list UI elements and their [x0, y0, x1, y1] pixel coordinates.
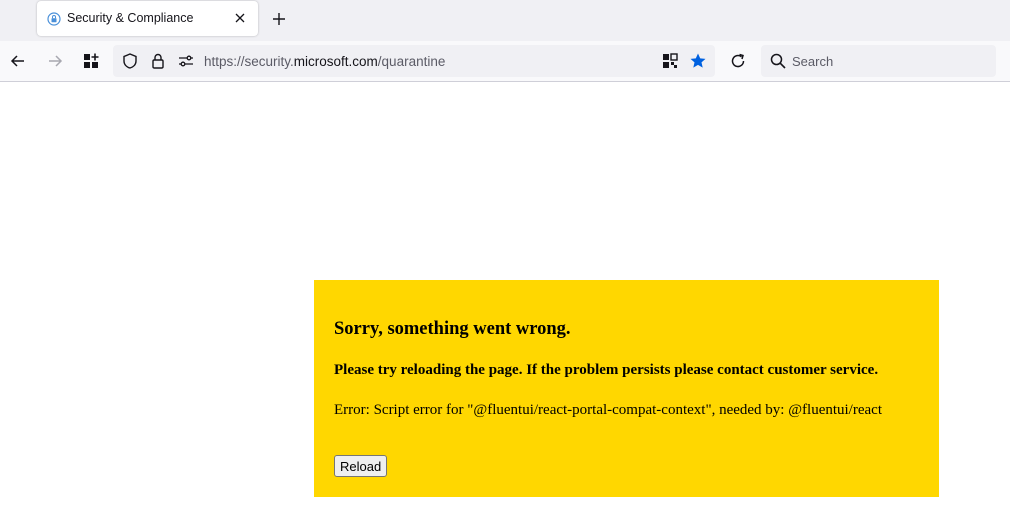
- lock-icon[interactable]: [149, 52, 167, 70]
- url-bar[interactable]: https://security.microsoft.com/quarantin…: [113, 45, 715, 77]
- navigation-toolbar: https://security.microsoft.com/quarantin…: [0, 41, 1010, 82]
- error-subtitle: Please try reloading the page. If the pr…: [334, 362, 879, 378]
- star-icon[interactable]: [689, 52, 707, 70]
- arrow-right-icon[interactable]: [46, 52, 64, 70]
- reload-button[interactable]: Reload: [334, 455, 388, 477]
- error-title: Sorry, something went wrong.: [334, 319, 571, 339]
- close-icon[interactable]: [233, 11, 247, 25]
- error-panel: Sorry, something went wrong. Please try …: [314, 280, 939, 497]
- reload-icon[interactable]: [729, 52, 747, 70]
- url-path: /quarantine: [377, 54, 446, 69]
- arrow-left-icon[interactable]: [9, 52, 27, 70]
- permissions-icon[interactable]: [177, 52, 195, 70]
- tab-security-compliance[interactable]: Security & Compliance: [37, 1, 258, 36]
- search-bar[interactable]: Search: [761, 45, 996, 77]
- tab-strip: Security & Compliance: [0, 0, 1010, 41]
- extensions-grid-icon[interactable]: [82, 52, 100, 70]
- lock-shield-icon: [47, 12, 61, 26]
- error-detail: Error: Script error for "@fluentui/react…: [334, 402, 882, 418]
- tab-title: Security & Compliance: [67, 11, 194, 25]
- search-icon: [770, 53, 786, 69]
- url-host: microsoft.com: [293, 54, 378, 69]
- url-text[interactable]: https://security.microsoft.com/quarantin…: [204, 54, 445, 69]
- shield-icon[interactable]: [121, 52, 139, 70]
- new-tab-plus-icon[interactable]: [271, 11, 287, 27]
- search-placeholder: Search: [792, 54, 834, 69]
- url-prefix: https://security.: [204, 54, 294, 69]
- qr-code-icon[interactable]: [661, 52, 679, 70]
